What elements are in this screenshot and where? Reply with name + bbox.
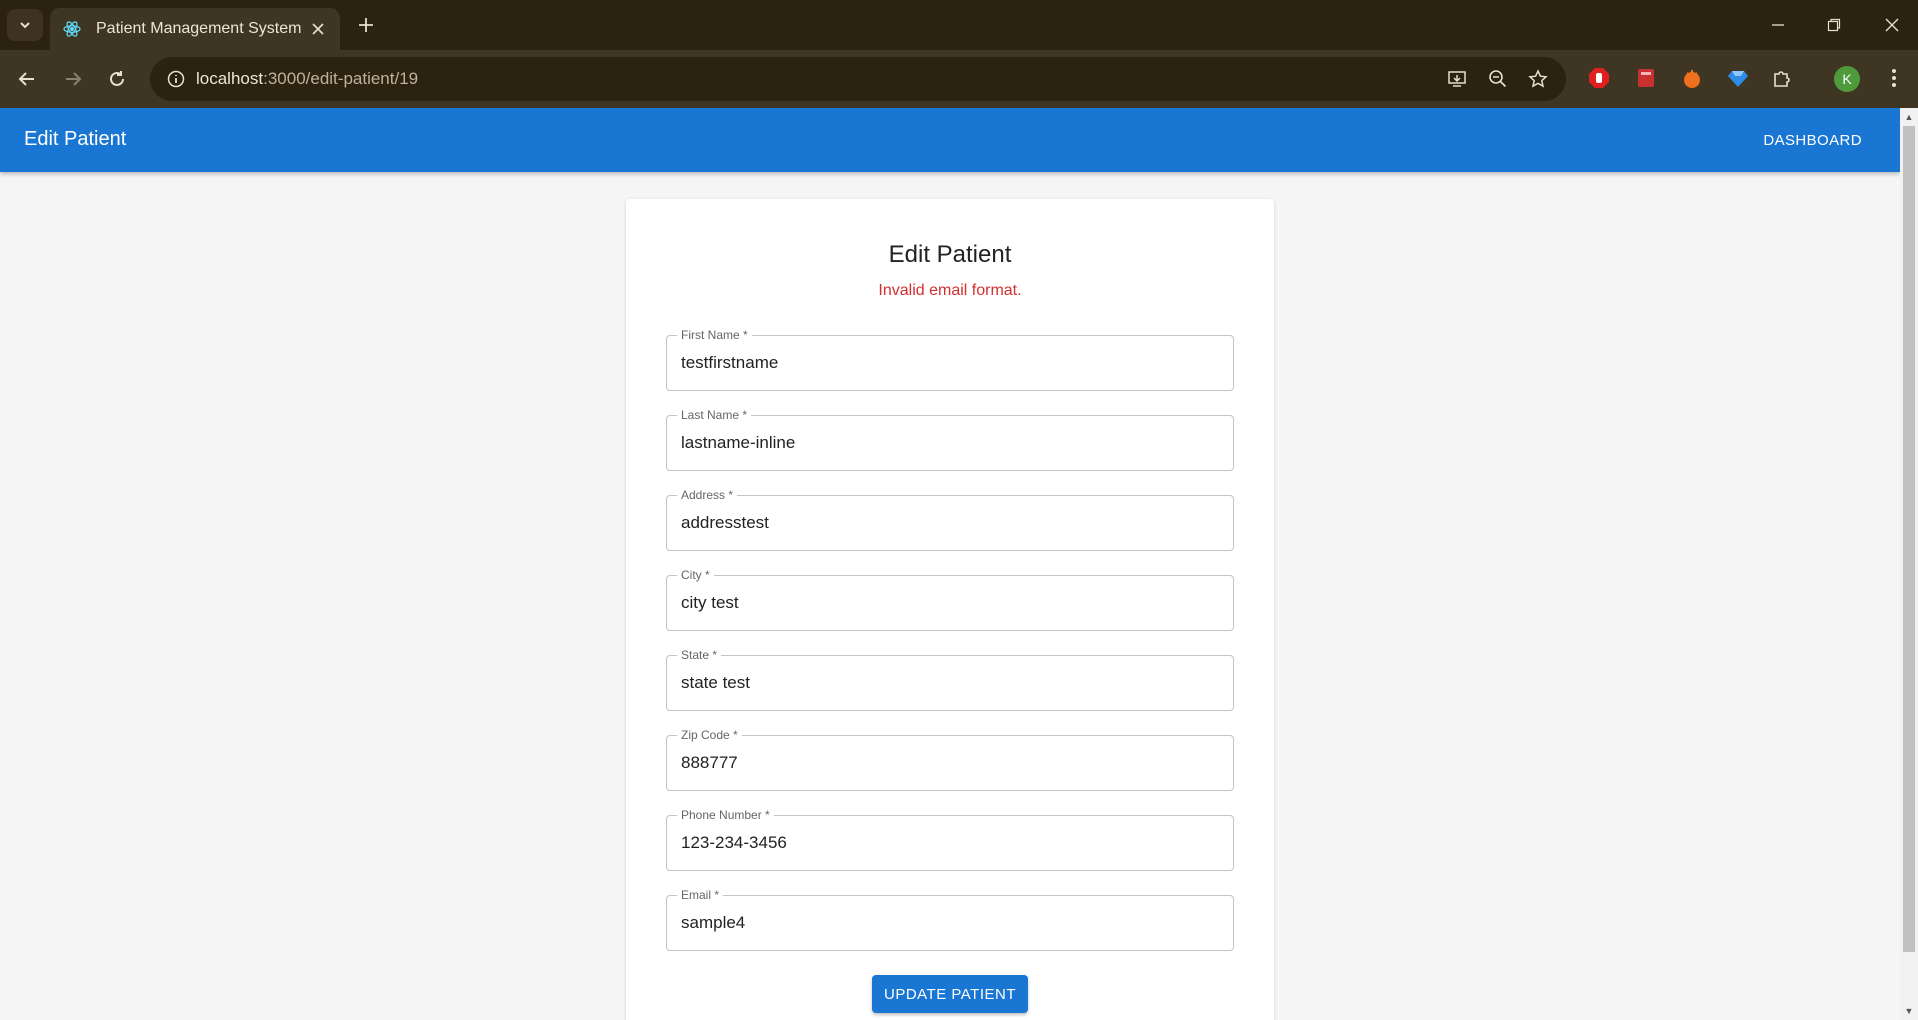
book-extension-icon[interactable] xyxy=(1630,62,1662,94)
city-input[interactable] xyxy=(667,576,1233,630)
chevron-down-icon xyxy=(20,22,30,29)
react-favicon-icon xyxy=(63,21,81,37)
page-scrollbar[interactable]: ▲ ▼ xyxy=(1900,108,1918,1020)
dashboard-button[interactable]: DASHBOARD xyxy=(1755,128,1870,153)
scroll-down-icon[interactable]: ▼ xyxy=(1900,1002,1918,1020)
error-message: Invalid email format. xyxy=(878,282,1022,299)
address-field[interactable]: Address * xyxy=(666,488,1234,551)
zip-code-input[interactable] xyxy=(667,736,1233,790)
phone-number-input[interactable] xyxy=(667,816,1233,870)
url-text: localhost:3000/edit-patient/19 xyxy=(196,69,419,88)
orange-extension-icon[interactable] xyxy=(1676,62,1708,94)
zoom-icon[interactable] xyxy=(1481,62,1515,96)
window-close-icon[interactable] xyxy=(1872,10,1912,40)
state-input[interactable] xyxy=(667,656,1233,710)
form-heading: Edit Patient xyxy=(888,241,1012,268)
browser-toolbar: localhost:3000/edit-patient/19 xyxy=(0,50,1918,108)
scroll-up-icon[interactable]: ▲ xyxy=(1900,108,1918,126)
app-title: Edit Patient xyxy=(24,128,127,150)
scrollbar-thumb[interactable] xyxy=(1903,126,1915,952)
first-name-field[interactable]: First Name * xyxy=(666,328,1234,391)
restore-icon[interactable] xyxy=(1814,10,1854,40)
email-field[interactable]: Email * xyxy=(666,888,1234,951)
bookmark-star-icon[interactable] xyxy=(1521,62,1555,96)
adblock-extension-icon[interactable] xyxy=(1583,62,1615,94)
last-name-input[interactable] xyxy=(667,416,1233,470)
browser-tabstrip: Patient Management System xyxy=(0,0,1918,50)
forward-arrow-icon[interactable] xyxy=(56,62,90,96)
tab-search-button[interactable] xyxy=(7,9,43,41)
extensions-puzzle-icon[interactable] xyxy=(1766,62,1798,94)
app-header: Edit Patient DASHBOARD xyxy=(0,108,1900,172)
minimize-icon[interactable] xyxy=(1758,10,1798,40)
browser-tab[interactable]: Patient Management System xyxy=(50,8,340,50)
install-app-icon[interactable] xyxy=(1440,62,1474,96)
last-name-field[interactable]: Last Name * xyxy=(666,408,1234,471)
state-field[interactable]: State * xyxy=(666,648,1234,711)
profile-avatar[interactable]: K xyxy=(1834,66,1860,92)
tab-title: Patient Management System xyxy=(96,20,302,37)
email-input[interactable] xyxy=(667,896,1233,950)
phone-number-field[interactable]: Phone Number * xyxy=(666,808,1234,871)
reload-icon[interactable] xyxy=(100,62,134,96)
zip-code-field[interactable]: Zip Code * xyxy=(666,728,1234,791)
first-name-input[interactable] xyxy=(667,336,1233,390)
city-field[interactable]: City * xyxy=(666,568,1234,631)
back-arrow-icon[interactable] xyxy=(10,62,44,96)
update-patient-button[interactable]: UPDATE PATIENT xyxy=(872,975,1028,1013)
edit-patient-form: Edit Patient Invalid email format. First… xyxy=(626,199,1274,1020)
gem-extension-icon[interactable] xyxy=(1722,62,1754,94)
new-tab-icon[interactable] xyxy=(352,11,380,39)
address-input[interactable] xyxy=(667,496,1233,550)
address-bar[interactable]: localhost:3000/edit-patient/19 xyxy=(150,57,1566,101)
tab-close-icon[interactable] xyxy=(308,19,328,39)
more-menu-icon[interactable] xyxy=(1878,62,1910,94)
site-info-icon[interactable] xyxy=(156,57,196,101)
